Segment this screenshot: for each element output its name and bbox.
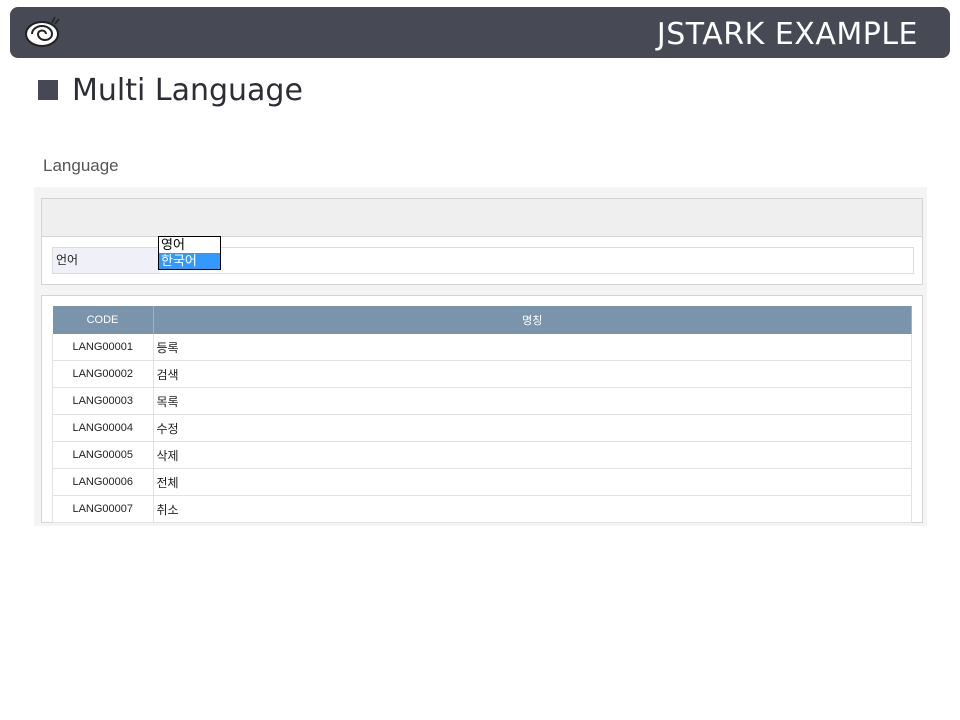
cell-code: LANG00001: [52, 334, 154, 361]
cell-name: 취소: [153, 495, 912, 523]
cell-name: 검색: [153, 360, 912, 388]
form-header: [42, 199, 922, 237]
language-option-korean[interactable]: 한국어: [159, 253, 220, 269]
table-row[interactable]: LANG00003 목록: [52, 387, 912, 415]
column-header-name[interactable]: 명칭: [153, 306, 912, 334]
table-header-row: CODE 명칭: [52, 306, 912, 334]
brand-title: JSTARK EXAMPLE: [656, 17, 918, 52]
cell-name: 목록: [153, 387, 912, 415]
cell-name: 전체: [153, 468, 912, 496]
language-table: CODE 명칭 LANG00001 등록 LANG00002 검색 LANG00…: [52, 306, 912, 523]
table-row[interactable]: LANG00004 수정: [52, 414, 912, 442]
cell-code: LANG00005: [52, 441, 154, 469]
cell-code: LANG00004: [52, 414, 154, 442]
language-field-label: 언어: [53, 248, 160, 273]
table-row[interactable]: LANG00006 전체: [52, 468, 912, 496]
cell-name: 수정: [153, 414, 912, 442]
cell-name: 삭제: [153, 441, 912, 469]
language-grid: CODE 명칭 LANG00001 등록 LANG00002 검색 LANG00…: [41, 295, 923, 523]
table-row[interactable]: LANG00007 취소: [52, 495, 912, 523]
cell-code: LANG00007: [52, 495, 154, 523]
page-title-text: Multi Language: [72, 72, 303, 108]
cell-code: LANG00003: [52, 387, 154, 415]
snail-logo-icon: [25, 16, 60, 47]
column-header-code[interactable]: CODE: [52, 306, 154, 334]
cell-name: 등록: [153, 334, 912, 361]
page-title: Multi Language: [38, 72, 303, 108]
language-select-listbox[interactable]: 영어 한국어: [158, 236, 221, 270]
table-row[interactable]: LANG00001 등록: [52, 334, 912, 361]
header-bar: JSTARK EXAMPLE: [10, 7, 950, 58]
cell-code: LANG00006: [52, 468, 154, 496]
section-label: Language: [43, 156, 119, 175]
language-option-english[interactable]: 영어: [159, 237, 220, 253]
cell-code: LANG00002: [52, 360, 154, 388]
title-bullet-icon: [38, 80, 58, 100]
table-row[interactable]: LANG00002 검색: [52, 360, 912, 388]
table-row[interactable]: LANG00005 삭제: [52, 441, 912, 469]
